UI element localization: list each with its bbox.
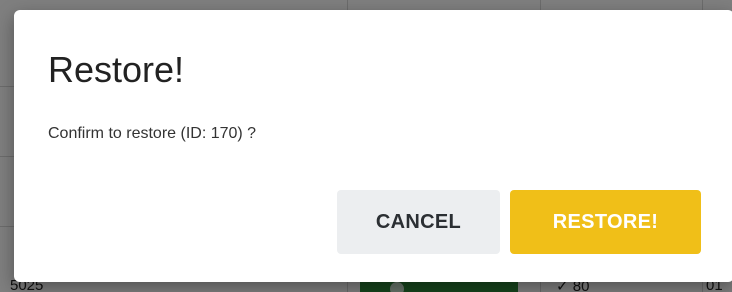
cancel-button[interactable]: CANCEL	[337, 190, 500, 254]
restore-button[interactable]: RESTORE!	[510, 190, 701, 254]
restore-confirm-dialog: Restore! Confirm to restore (ID: 170) ? …	[14, 10, 732, 282]
dialog-title: Restore!	[48, 49, 185, 90]
dialog-message: Confirm to restore (ID: 170) ?	[48, 125, 257, 142]
